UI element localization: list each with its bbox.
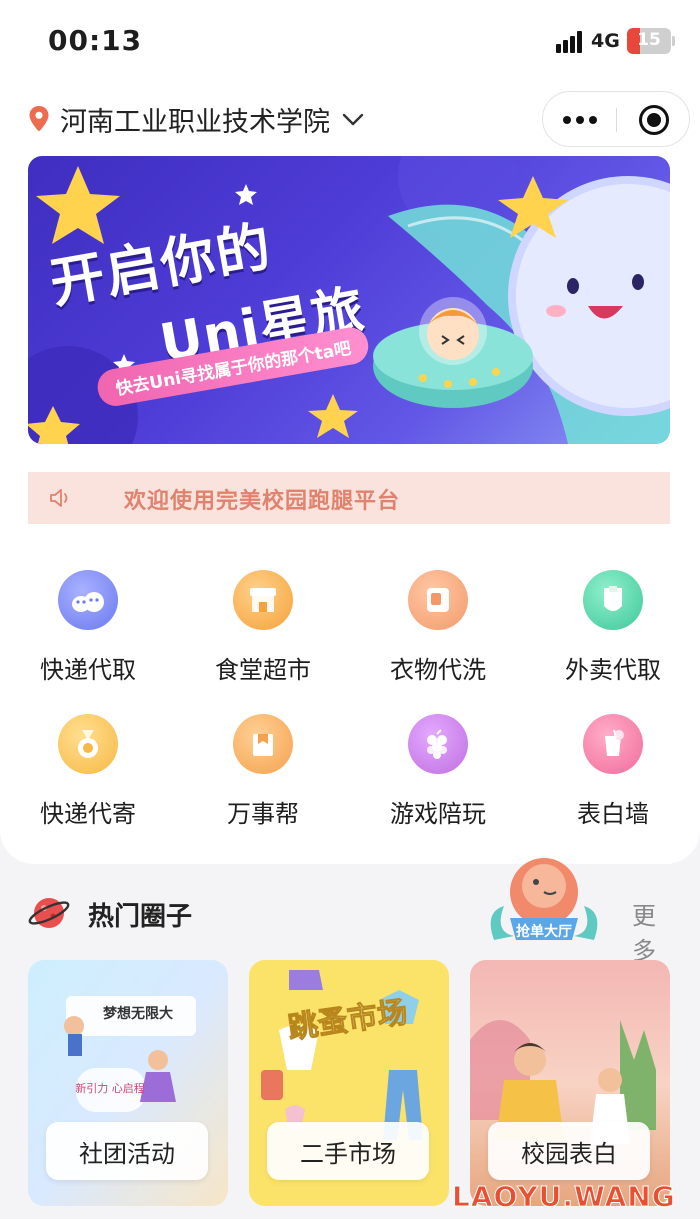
- location-name: 河南工业职业技术学院: [60, 106, 330, 138]
- promo-banner[interactable]: 开启你的 Uni星旅 快去Uni寻找属于你的那个ta吧: [28, 156, 670, 444]
- service-game-companion[interactable]: 游戏陪玩: [358, 714, 518, 844]
- service-label: 表白墙: [577, 800, 649, 828]
- notice-bar: 欢迎使用完美校园跑腿平台: [28, 472, 670, 524]
- service-errand-help[interactable]: 万事帮: [183, 714, 343, 844]
- grab-orders-hall-button[interactable]: 抢单大厅: [484, 852, 604, 948]
- more-options-button[interactable]: [543, 92, 617, 148]
- package-icon: [58, 570, 118, 630]
- service-label: 快递代寄: [40, 800, 136, 828]
- medal-icon: [58, 714, 118, 774]
- network-type: 4G: [591, 30, 620, 52]
- card-label: 校园表白: [488, 1122, 650, 1180]
- watermark: LAOYU.WANG: [452, 1180, 676, 1214]
- planet-icon: [28, 898, 70, 928]
- service-takeout-pickup[interactable]: 外卖代取: [533, 570, 693, 700]
- close-target-button[interactable]: [639, 105, 669, 135]
- circle-card-club[interactable]: 梦想无限大 新引力 心启程 社团活动: [28, 960, 228, 1206]
- service-label: 食堂超市: [215, 656, 311, 684]
- hot-circles-title: 热门圈子: [88, 902, 193, 932]
- battery-icon: 15: [627, 28, 671, 54]
- circle-card-confession[interactable]: 校园表白: [470, 960, 670, 1206]
- battery-tip: [672, 36, 675, 46]
- club-poster-subtitle: 新引力 心启程: [75, 1081, 145, 1095]
- status-bar: 00:13 4G 15: [0, 0, 700, 84]
- grapes-icon: [408, 714, 468, 774]
- battery-level: 15: [637, 30, 661, 50]
- circle-card-secondhand[interactable]: 跳蚤市场 二手市场: [249, 960, 449, 1206]
- service-label: 衣物代洗: [390, 656, 486, 684]
- mini-program-capsule: [542, 91, 690, 147]
- service-label: 游戏陪玩: [390, 800, 486, 828]
- grab-orders-hall-label: 抢单大厅: [516, 923, 572, 940]
- service-label: 万事帮: [227, 800, 299, 828]
- service-canteen-market[interactable]: 食堂超市: [183, 570, 343, 700]
- service-label: 外卖代取: [565, 656, 661, 684]
- service-confession-wall[interactable]: 表白墙: [533, 714, 693, 844]
- capsule-divider: [616, 108, 617, 132]
- location-selector[interactable]: 河南工业职业技术学院: [28, 96, 366, 142]
- status-time: 00:13: [48, 24, 143, 57]
- service-laundry[interactable]: 衣物代洗: [358, 570, 518, 700]
- card-label: 二手市场: [267, 1122, 429, 1180]
- laundry-icon: [408, 570, 468, 630]
- club-poster-title: 梦想无限大: [103, 1005, 173, 1022]
- speaker-icon: [50, 489, 68, 507]
- chevron-down-icon: [342, 113, 364, 126]
- service-express-pickup[interactable]: 快递代取: [8, 570, 168, 700]
- card-label: 社团活动: [46, 1122, 208, 1180]
- notice-text: 欢迎使用完美校园跑腿平台: [124, 489, 401, 514]
- grab-orders-hall-icon: 抢单大厅: [490, 858, 598, 940]
- service-label: 快递代取: [40, 656, 136, 684]
- drink-icon: [583, 714, 643, 774]
- takeout-icon: [583, 570, 643, 630]
- location-pin-icon: [29, 106, 49, 132]
- service-express-send[interactable]: 快递代寄: [8, 714, 168, 844]
- store-icon: [233, 570, 293, 630]
- signal-icon: [556, 31, 584, 53]
- gift-box-icon: [233, 714, 293, 774]
